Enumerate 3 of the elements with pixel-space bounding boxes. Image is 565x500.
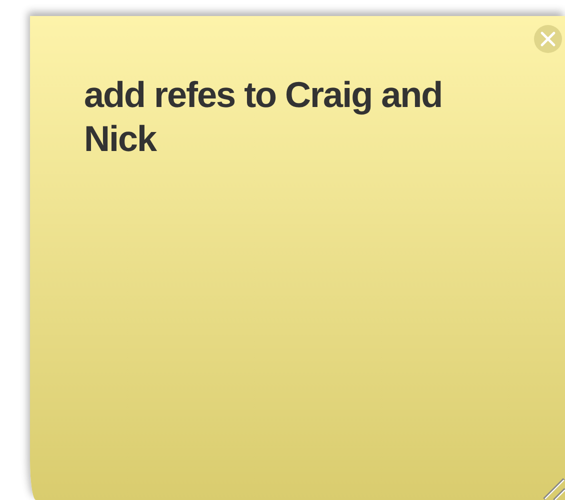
note-text[interactable]: add refes to Craig and Nick xyxy=(84,73,484,161)
close-icon xyxy=(540,31,556,47)
resize-grip-icon[interactable] xyxy=(541,476,565,500)
